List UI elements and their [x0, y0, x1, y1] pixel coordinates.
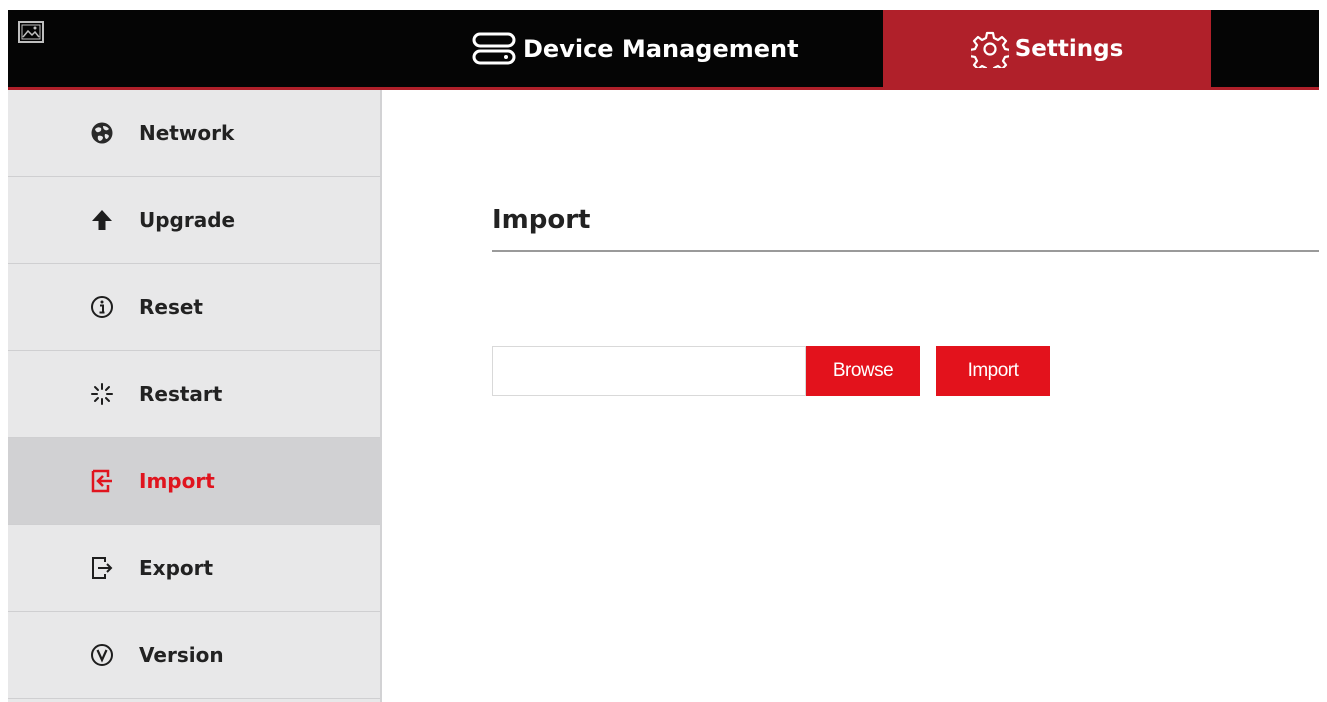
sidebar-item-version[interactable]: Version [8, 612, 380, 699]
sidebar-item-label: Network [139, 121, 235, 145]
main-content: Import Browse Import [382, 90, 1319, 702]
sidebar-item-export[interactable]: Export [8, 525, 380, 612]
import-icon [91, 469, 112, 493]
gear-icon [970, 31, 1009, 68]
title-divider [492, 250, 1319, 252]
sidebar-item-reset[interactable]: Reset [8, 264, 380, 351]
sidebar-item-label: Import [139, 469, 215, 493]
top-navigation-bar: Device Management Settings [8, 10, 1319, 90]
sidebar-item-upgrade[interactable]: Upgrade [8, 177, 380, 264]
info-icon [91, 296, 113, 318]
spinner-icon [91, 383, 113, 405]
sidebar-item-network[interactable]: Network [8, 90, 380, 177]
settings-sidebar: Network Upgrade Reset Restart Import Exp… [8, 90, 382, 702]
sidebar-item-label: Reset [139, 295, 203, 319]
file-path-input[interactable] [492, 346, 806, 396]
sidebar-item-label: Version [139, 643, 224, 667]
sidebar-item-restart[interactable]: Restart [8, 351, 380, 438]
app-window: Device Management Settings Network Upgra… [8, 10, 1319, 702]
server-stack-icon [472, 32, 516, 64]
tab-device-management[interactable]: Device Management [463, 10, 873, 87]
browse-button[interactable]: Browse [806, 346, 920, 396]
export-icon [92, 557, 113, 579]
sidebar-item-label: Export [139, 556, 214, 580]
sidebar-item-import[interactable]: Import [8, 438, 380, 525]
globe-icon [91, 122, 113, 144]
image-icon[interactable] [18, 21, 44, 43]
tab-settings-label: Settings [1014, 35, 1124, 62]
version-icon [91, 644, 113, 666]
page-title: Import [492, 205, 591, 235]
sidebar-item-label: Upgrade [139, 208, 236, 232]
tab-settings[interactable]: Settings [883, 10, 1211, 87]
tab-device-management-label: Device Management [523, 34, 799, 63]
sidebar-item-label: Restart [139, 382, 223, 406]
import-button[interactable]: Import [936, 346, 1050, 396]
arrow-up-icon [92, 210, 112, 230]
